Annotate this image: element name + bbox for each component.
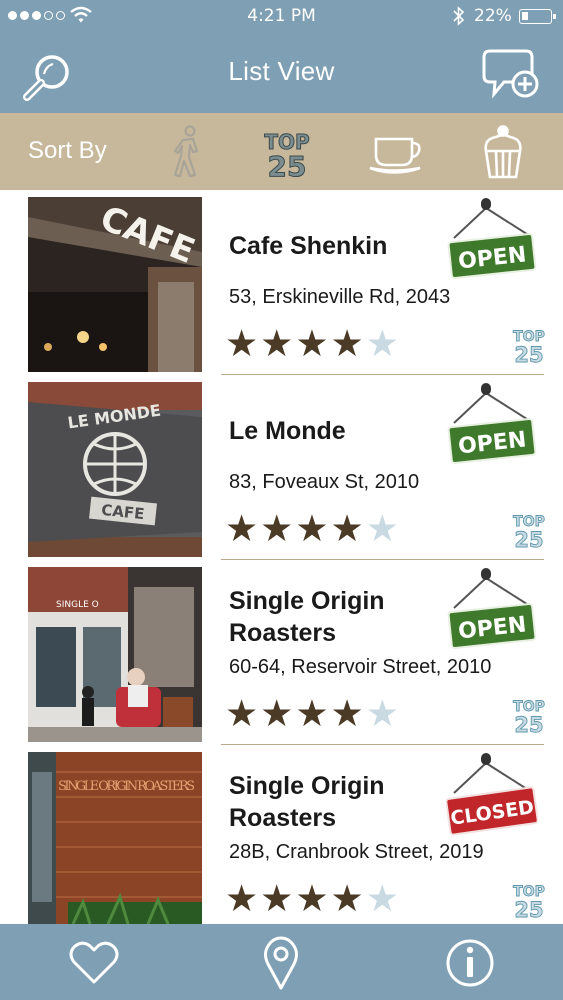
star-icon: ★	[260, 877, 294, 920]
open-sign-icon: OPEN	[447, 198, 537, 279]
svg-text:25: 25	[268, 150, 307, 183]
star-rating: ★ ★ ★ ★ ★	[225, 322, 399, 365]
cafe-list[interactable]: CAFE S Cafe Shenkin 53, Erskineville Rd,…	[0, 190, 563, 924]
star-icon: ★	[330, 322, 364, 365]
star-icon: ★	[295, 507, 329, 550]
coffee-cup-icon	[369, 137, 421, 174]
star-icon: ★	[295, 322, 329, 365]
cafe-address: 53, Erskineville Rd, 2043	[229, 286, 451, 308]
star-icon: ★	[260, 692, 294, 735]
cafe-name: Le Monde	[229, 417, 346, 445]
open-sign-icon: OPEN	[447, 568, 537, 649]
page-title: List View	[228, 56, 335, 86]
star-icon: ★	[365, 322, 399, 365]
closed-sign-icon: CLOSED	[446, 753, 538, 836]
cafe-address: 83, Foveaux St, 2010	[229, 471, 420, 493]
cafe-photo: LE MONDE CAFE	[28, 382, 202, 557]
svg-text:25: 25	[514, 713, 543, 735]
header: 4:21 PM 22% List View	[0, 0, 563, 113]
info-tab[interactable]	[442, 936, 498, 990]
star-icon: ★	[330, 507, 364, 550]
tab-bar	[0, 924, 563, 1000]
star-icon: ★	[295, 877, 329, 920]
open-sign-icon: OPEN	[447, 383, 537, 464]
star-icon: ★	[225, 507, 259, 550]
cafe-photo: SINGLE ORIGIN ROASTERS	[28, 752, 202, 924]
top25-badge-icon: TOP 25	[513, 699, 546, 735]
star-icon: ★	[295, 692, 329, 735]
map-tab[interactable]	[253, 936, 309, 990]
star-icon: ★	[225, 322, 259, 365]
top25-badge-icon: TOP 25	[513, 884, 546, 920]
cafe-name: Cafe Shenkin	[229, 232, 388, 260]
cafe-name: Single Origin Roasters	[229, 587, 385, 647]
svg-text:25: 25	[514, 343, 543, 365]
star-rating: ★ ★ ★ ★ ★	[225, 877, 399, 920]
star-icon: ★	[330, 877, 364, 920]
cafe-row[interactable]: SINGLE O Single Origin Roasters 60-64, R…	[0, 560, 563, 745]
cafe-row[interactable]: SINGLE ORIGIN ROASTERS Single Origin Roa…	[0, 745, 563, 924]
favourites-tab[interactable]	[66, 936, 122, 990]
star-icon: ★	[225, 877, 259, 920]
heart-icon	[69, 941, 119, 984]
top25-icon: TOP 25	[264, 130, 310, 184]
star-icon: ★	[260, 507, 294, 550]
sort-by-top25-button[interactable]: TOP 25	[256, 121, 318, 184]
star-icon: ★	[330, 692, 364, 735]
svg-text:25: 25	[514, 898, 543, 920]
star-rating: ★ ★ ★ ★ ★	[225, 692, 399, 735]
top25-badge-icon: TOP 25	[513, 514, 546, 550]
cafe-address: 60-64, Reservoir Street, 2010	[229, 656, 492, 678]
sort-by-food-button[interactable]	[472, 121, 534, 183]
cupcake-icon	[484, 125, 522, 179]
chat-add-icon	[482, 49, 539, 99]
star-icon: ★	[365, 692, 399, 735]
top25-badge-icon: TOP 25	[513, 329, 546, 365]
add-comment-button[interactable]	[480, 46, 542, 104]
star-icon: ★	[365, 877, 399, 920]
star-icon: ★	[365, 507, 399, 550]
status-bar: 4:21 PM 22%	[0, 0, 563, 33]
cafe-photo: SINGLE O	[28, 567, 202, 742]
battery-icon	[519, 9, 556, 24]
bluetooth-icon	[453, 6, 465, 26]
svg-text:25: 25	[514, 528, 543, 550]
cafe-photo: CAFE S	[28, 197, 202, 372]
walking-person-icon	[173, 125, 199, 178]
star-rating: ★ ★ ★ ★ ★	[225, 507, 399, 550]
svg-text:SINGLE O: SINGLE O	[56, 600, 99, 610]
info-icon	[446, 939, 494, 987]
cafe-address: 28B, Cranbrook Street, 2019	[229, 841, 484, 863]
star-icon: ★	[225, 692, 259, 735]
sort-bar: Sort By TOP 25	[0, 113, 563, 190]
cafe-row[interactable]: LE MONDE CAFE Le Monde 83, Foveaux St, 2…	[0, 375, 563, 560]
cafe-name: Single Origin Roasters	[229, 772, 385, 832]
cafe-row[interactable]: CAFE S Cafe Shenkin 53, Erskineville Rd,…	[0, 190, 563, 375]
sort-by-distance-button[interactable]	[157, 121, 219, 183]
map-pin-icon	[264, 936, 298, 990]
sort-label: Sort By	[28, 137, 107, 164]
sort-by-coffee-button[interactable]	[366, 121, 428, 183]
svg-text:SINGLE ORIGIN ROASTERS: SINGLE ORIGIN ROASTERS	[58, 779, 198, 794]
star-icon: ★	[260, 322, 294, 365]
battery-percent: 22%	[474, 6, 512, 26]
